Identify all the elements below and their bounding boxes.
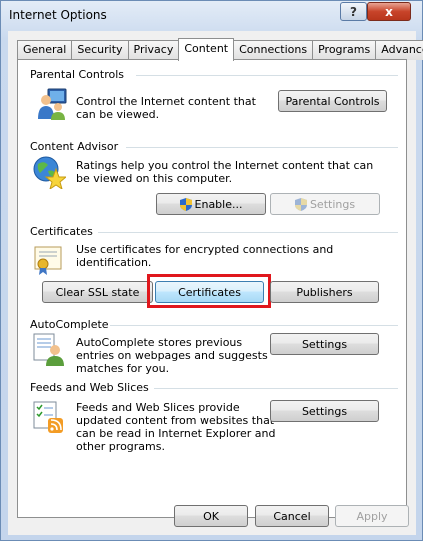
group-divider: [154, 388, 398, 389]
group-divider: [126, 147, 398, 148]
group-divider: [110, 325, 398, 326]
certificates-description: Use certificates for encrypted connectio…: [76, 243, 334, 269]
apply-button[interactable]: Apply: [335, 505, 409, 527]
dialog-client-area: General Security Privacy Content Connect…: [8, 31, 423, 535]
tab-advanced[interactable]: Advanced: [375, 40, 423, 60]
publishers-button[interactable]: Publishers: [270, 281, 379, 303]
feeds-description: Feeds and Web Slices provide updated con…: [76, 401, 276, 453]
enable-button-label: Enable...: [194, 197, 243, 211]
uac-shield-icon: [294, 197, 307, 211]
certificate-icon: [34, 246, 62, 275]
autocomplete-description: AutoComplete stores previous entries on …: [76, 336, 268, 375]
content-advisor-settings-label: Settings: [309, 197, 356, 211]
cancel-button[interactable]: Cancel: [255, 505, 329, 527]
autocomplete-group-title: AutoComplete: [30, 318, 109, 331]
tab-security[interactable]: Security: [71, 40, 129, 60]
ok-button[interactable]: OK: [174, 505, 248, 527]
content-tab-panel: Parental Controls Control the Internet c…: [17, 59, 407, 518]
autocomplete-settings-button[interactable]: Settings: [270, 333, 379, 355]
help-button[interactable]: ?: [340, 2, 367, 21]
tab-strip: General Security Privacy Content Connect…: [17, 38, 423, 61]
parental-controls-description: Control the Internet content that can be…: [76, 95, 256, 121]
feeds-settings-button[interactable]: Settings: [270, 400, 379, 422]
clear-ssl-state-button[interactable]: Clear SSL state: [42, 281, 153, 303]
content-advisor-settings-button[interactable]: Settings: [270, 193, 380, 215]
window-title: Internet Options: [9, 8, 107, 22]
group-divider: [136, 75, 398, 76]
title-bar[interactable]: Internet Options ? x: [1, 1, 422, 31]
tab-privacy[interactable]: Privacy: [127, 40, 180, 60]
internet-options-window: Internet Options ? x General Security Pr…: [0, 0, 423, 541]
autocomplete-icon: [33, 333, 64, 366]
tab-connections[interactable]: Connections: [233, 40, 314, 60]
group-divider: [98, 232, 398, 233]
close-button[interactable]: x: [367, 2, 411, 21]
tab-content[interactable]: Content: [178, 38, 235, 61]
feeds-icon: [33, 401, 63, 433]
parental-controls-icon: [38, 88, 67, 120]
content-advisor-group-title: Content Advisor: [30, 140, 119, 153]
tab-general[interactable]: General: [17, 40, 73, 60]
uac-shield-icon: [179, 197, 192, 211]
tab-programs[interactable]: Programs: [312, 40, 377, 60]
certificates-button[interactable]: Certificates: [155, 281, 264, 303]
parental-controls-button[interactable]: Parental Controls: [278, 90, 387, 112]
parental-controls-group-title: Parental Controls: [30, 68, 124, 81]
certificates-group-title: Certificates: [30, 225, 93, 238]
content-advisor-description: Ratings help you control the Internet co…: [76, 159, 374, 185]
content-advisor-icon: [33, 156, 66, 189]
enable-button[interactable]: Enable...: [156, 193, 266, 215]
feeds-group-title: Feeds and Web Slices: [30, 381, 149, 394]
